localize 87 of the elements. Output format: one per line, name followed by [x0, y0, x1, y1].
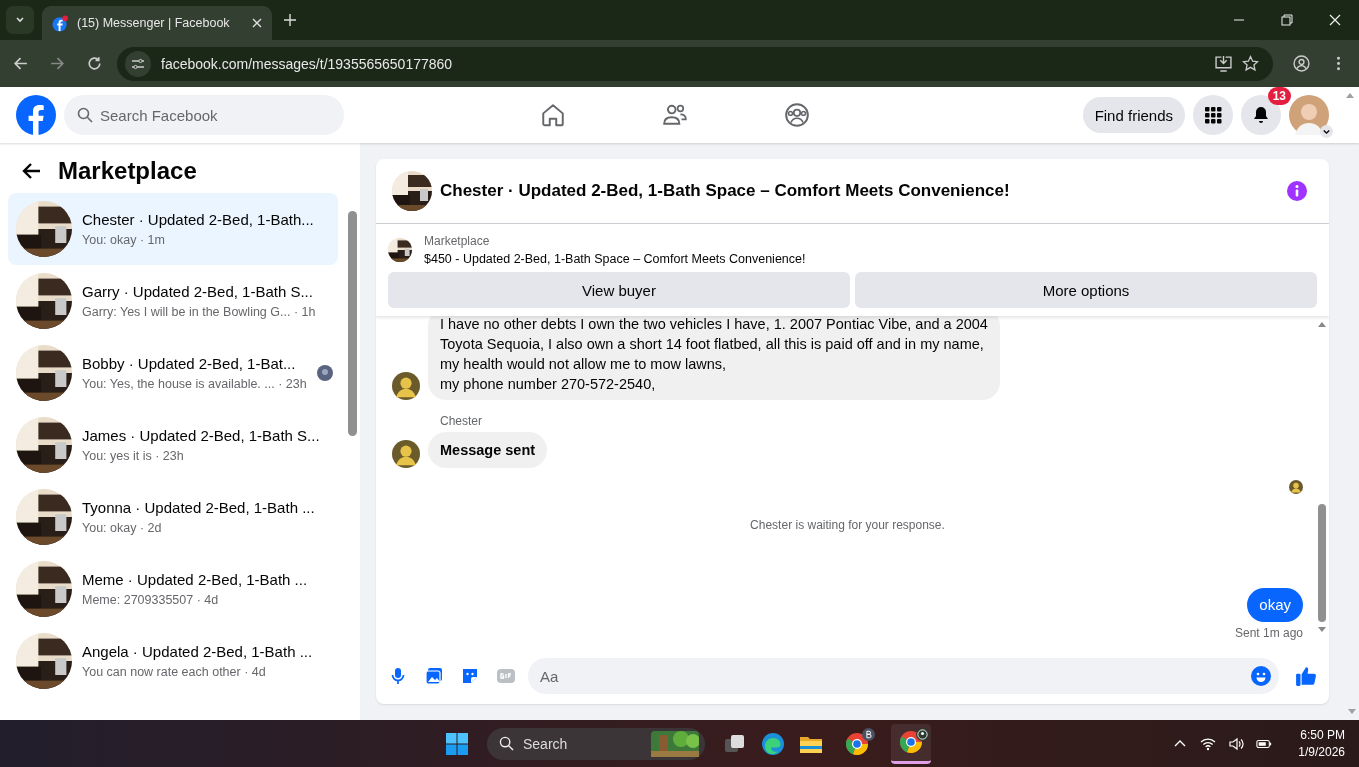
windows-start-icon[interactable]	[445, 731, 469, 756]
profile-icon[interactable]	[1293, 55, 1310, 72]
info-icon[interactable]	[1287, 181, 1307, 201]
forward-icon[interactable]	[49, 55, 66, 72]
search-icon	[499, 735, 514, 751]
scroll-up-icon[interactable]	[1345, 91, 1355, 99]
chevron-icon[interactable]	[1320, 125, 1333, 138]
avatar-icon	[392, 440, 420, 468]
chat-preview: Meme: 2709335507 · 4d	[82, 593, 219, 607]
bell-icon	[1251, 105, 1271, 125]
chat-title: Chester · Updated 2-Bed, 1-Bath...	[82, 211, 314, 228]
facebook-logo-icon[interactable]	[16, 95, 56, 135]
search-field[interactable]: Search Facebook	[64, 95, 344, 135]
search-icon	[77, 107, 93, 123]
close-icon[interactable]	[252, 18, 262, 28]
chat-preview: You can now rate each other · 4d	[82, 665, 266, 679]
message-bubble: I have no other debts I own the two vehicles I have, 1. 2007 Pontiac Vibe, and a 2004 Toyota Sequoia, I also own a short 14 foot flatbed, all this is paid off and in my name, my health would not allow me to mow lawns, my phone number 270-572-2540,	[428, 316, 1000, 400]
chat-item[interactable]: Chester · Updated 2-Bed, 1-Bath... You: okay · 1m	[8, 193, 338, 265]
marketplace-heading: Marketplace	[58, 157, 197, 185]
thumbs-up-icon[interactable]	[1295, 665, 1317, 687]
menu-button[interactable]	[1193, 95, 1233, 135]
scrollbar-thumb[interactable]	[348, 211, 357, 436]
volume-icon[interactable]	[1228, 735, 1245, 752]
friends-icon[interactable]	[662, 102, 688, 128]
find-friends-button[interactable]: Find friends	[1082, 97, 1185, 133]
chat-preview: You: Yes, the house is available. ... · 23h	[82, 377, 307, 391]
chat-preview: You: okay · 2d	[82, 521, 162, 535]
home-icon[interactable]	[540, 102, 566, 128]
message-bubble: okay	[1247, 588, 1303, 622]
close-icon[interactable]	[1329, 14, 1341, 26]
chat-title: James · Updated 2-Bed, 1-Bath S...	[82, 427, 320, 444]
emoji-icon[interactable]	[1251, 666, 1271, 686]
status-notice: Chester is waiting for your response.	[749, 518, 946, 532]
listing-title: $450 - Updated 2-Bed, 1-Bath Space – Comfort Meets Convenience!	[424, 252, 806, 266]
listing-label: Marketplace	[424, 234, 491, 248]
profile-badge-icon	[916, 727, 929, 741]
chat-title: Garry · Updated 2-Bed, 1-Bath S...	[82, 283, 313, 300]
chat-preview: You: okay · 1m	[82, 233, 165, 247]
scroll-up-icon[interactable]	[1317, 320, 1327, 328]
browser-icon[interactable]	[761, 731, 785, 756]
install-app-icon[interactable]	[1215, 55, 1232, 72]
active-app-button[interactable]	[891, 723, 931, 764]
scrollbar-thumb[interactable]	[1318, 504, 1326, 622]
chat-item[interactable]: Tyonna · Updated 2-Bed, 1-Bath ... You: okay · 2d	[8, 481, 338, 553]
avatar-icon	[392, 372, 420, 400]
notification-count: 13	[1267, 87, 1291, 105]
clock-time: 6:50 PM	[1300, 728, 1345, 742]
back-icon[interactable]	[12, 55, 29, 72]
chat-item[interactable]: Meme · Updated 2-Bed, 1-Bath ... Meme: 2709335507 · 4d	[8, 553, 338, 625]
photo-icon[interactable]	[424, 666, 444, 686]
new-tab-icon[interactable]	[284, 14, 296, 26]
address-bar[interactable]: facebook.com/messages/t/1935565650177860	[117, 46, 1273, 81]
sender-name: Chester	[440, 414, 484, 428]
chat-item[interactable]: Garry · Updated 2-Bed, 1-Bath S... Garry: Yes I will be in the Bowling G... · 1h	[8, 265, 338, 337]
restore-icon[interactable]	[1281, 14, 1293, 26]
star-icon[interactable]	[1242, 55, 1259, 72]
grid-icon	[1203, 105, 1223, 125]
chrome-icon[interactable]	[845, 731, 869, 756]
chat-title: Meme · Updated 2-Bed, 1-Bath ...	[82, 571, 308, 588]
listing-action-button[interactable]: More options	[855, 272, 1317, 308]
avatar-icon	[1289, 480, 1303, 494]
chrome-icon	[899, 730, 923, 754]
tab-title: (15) Messenger | Facebook	[77, 16, 231, 30]
profile-badge-icon	[862, 727, 875, 741]
browser-tab[interactable]: (15) Messenger | Facebook	[42, 6, 272, 40]
listing-action-button[interactable]: View buyer	[388, 272, 850, 308]
message-field[interactable]: Aa	[528, 658, 1279, 694]
message-status: Sent 1m ago	[1234, 626, 1303, 640]
back-arrow-icon[interactable]	[22, 161, 42, 181]
scroll-down-icon[interactable]	[1317, 626, 1327, 634]
chat-preview: You: yes it is · 23h	[82, 449, 184, 463]
chat-item[interactable]: Angela · Updated 2-Bed, 1-Bath ... You can now rate each other · 4d	[8, 625, 338, 697]
clock-date: 1/9/2026	[1298, 745, 1345, 759]
conversation-title: Chester · Updated 2-Bed, 1-Bath Space – Comfort Meets Convenience!	[440, 181, 1010, 201]
groups-icon[interactable]	[784, 102, 810, 128]
chat-title: Angela · Updated 2-Bed, 1-Bath ...	[82, 643, 313, 660]
url-text: facebook.com/messages/t/1935565650177860	[161, 55, 453, 72]
chat-item[interactable]: James · Updated 2-Bed, 1-Bath S... You: yes it is · 23h	[8, 409, 338, 481]
tab-list-button[interactable]	[6, 6, 34, 34]
chat-item[interactable]: Bobby · Updated 2-Bed, 1-Bat... You: Yes, the house is available. ... · 23h	[8, 337, 338, 409]
reload-icon[interactable]	[86, 55, 103, 72]
chat-title: Bobby · Updated 2-Bed, 1-Bat...	[82, 355, 296, 372]
chat-preview: Garry: Yes I will be in the Bowling G... · 1h	[82, 305, 316, 319]
site-settings-icon[interactable]	[125, 50, 151, 77]
sticker-icon[interactable]	[460, 666, 480, 686]
message-bubble: Message sent	[428, 432, 548, 468]
chat-title: Tyonna · Updated 2-Bed, 1-Bath ...	[82, 499, 315, 516]
